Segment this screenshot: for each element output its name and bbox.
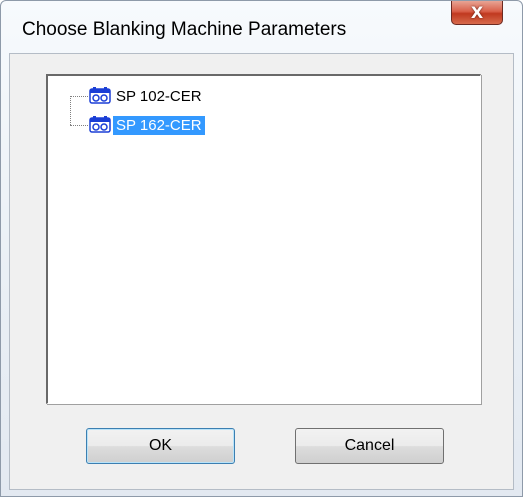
tree-connector-vertical [70, 96, 71, 125]
tree-item-sp-162-cer[interactable]: SP 162-CER [89, 115, 205, 135]
tree-item-label: SP 162-CER [113, 115, 205, 135]
title-bar[interactable]: Choose Blanking Machine Parameters X [1, 1, 522, 55]
cancel-button[interactable]: Cancel [295, 428, 444, 464]
ok-button[interactable]: OK [86, 428, 235, 464]
dialog-client-area: SP 102-CER SP 162-CER OK Cancel [9, 53, 514, 490]
close-icon: X [470, 2, 484, 22]
tree-item-label: SP 102-CER [116, 87, 202, 105]
tree-connector-horizontal [70, 125, 88, 126]
machine-icon [89, 116, 111, 133]
close-button[interactable]: X [451, 1, 503, 25]
tree-item-sp-102-cer[interactable]: SP 102-CER [89, 86, 205, 106]
tree-connector-horizontal [70, 96, 88, 97]
machine-icon [89, 87, 111, 104]
machine-tree-view[interactable]: SP 102-CER SP 162-CER [46, 74, 481, 404]
window-title: Choose Blanking Machine Parameters [22, 19, 347, 40]
dialog-window: Choose Blanking Machine Parameters X SP … [0, 0, 523, 497]
